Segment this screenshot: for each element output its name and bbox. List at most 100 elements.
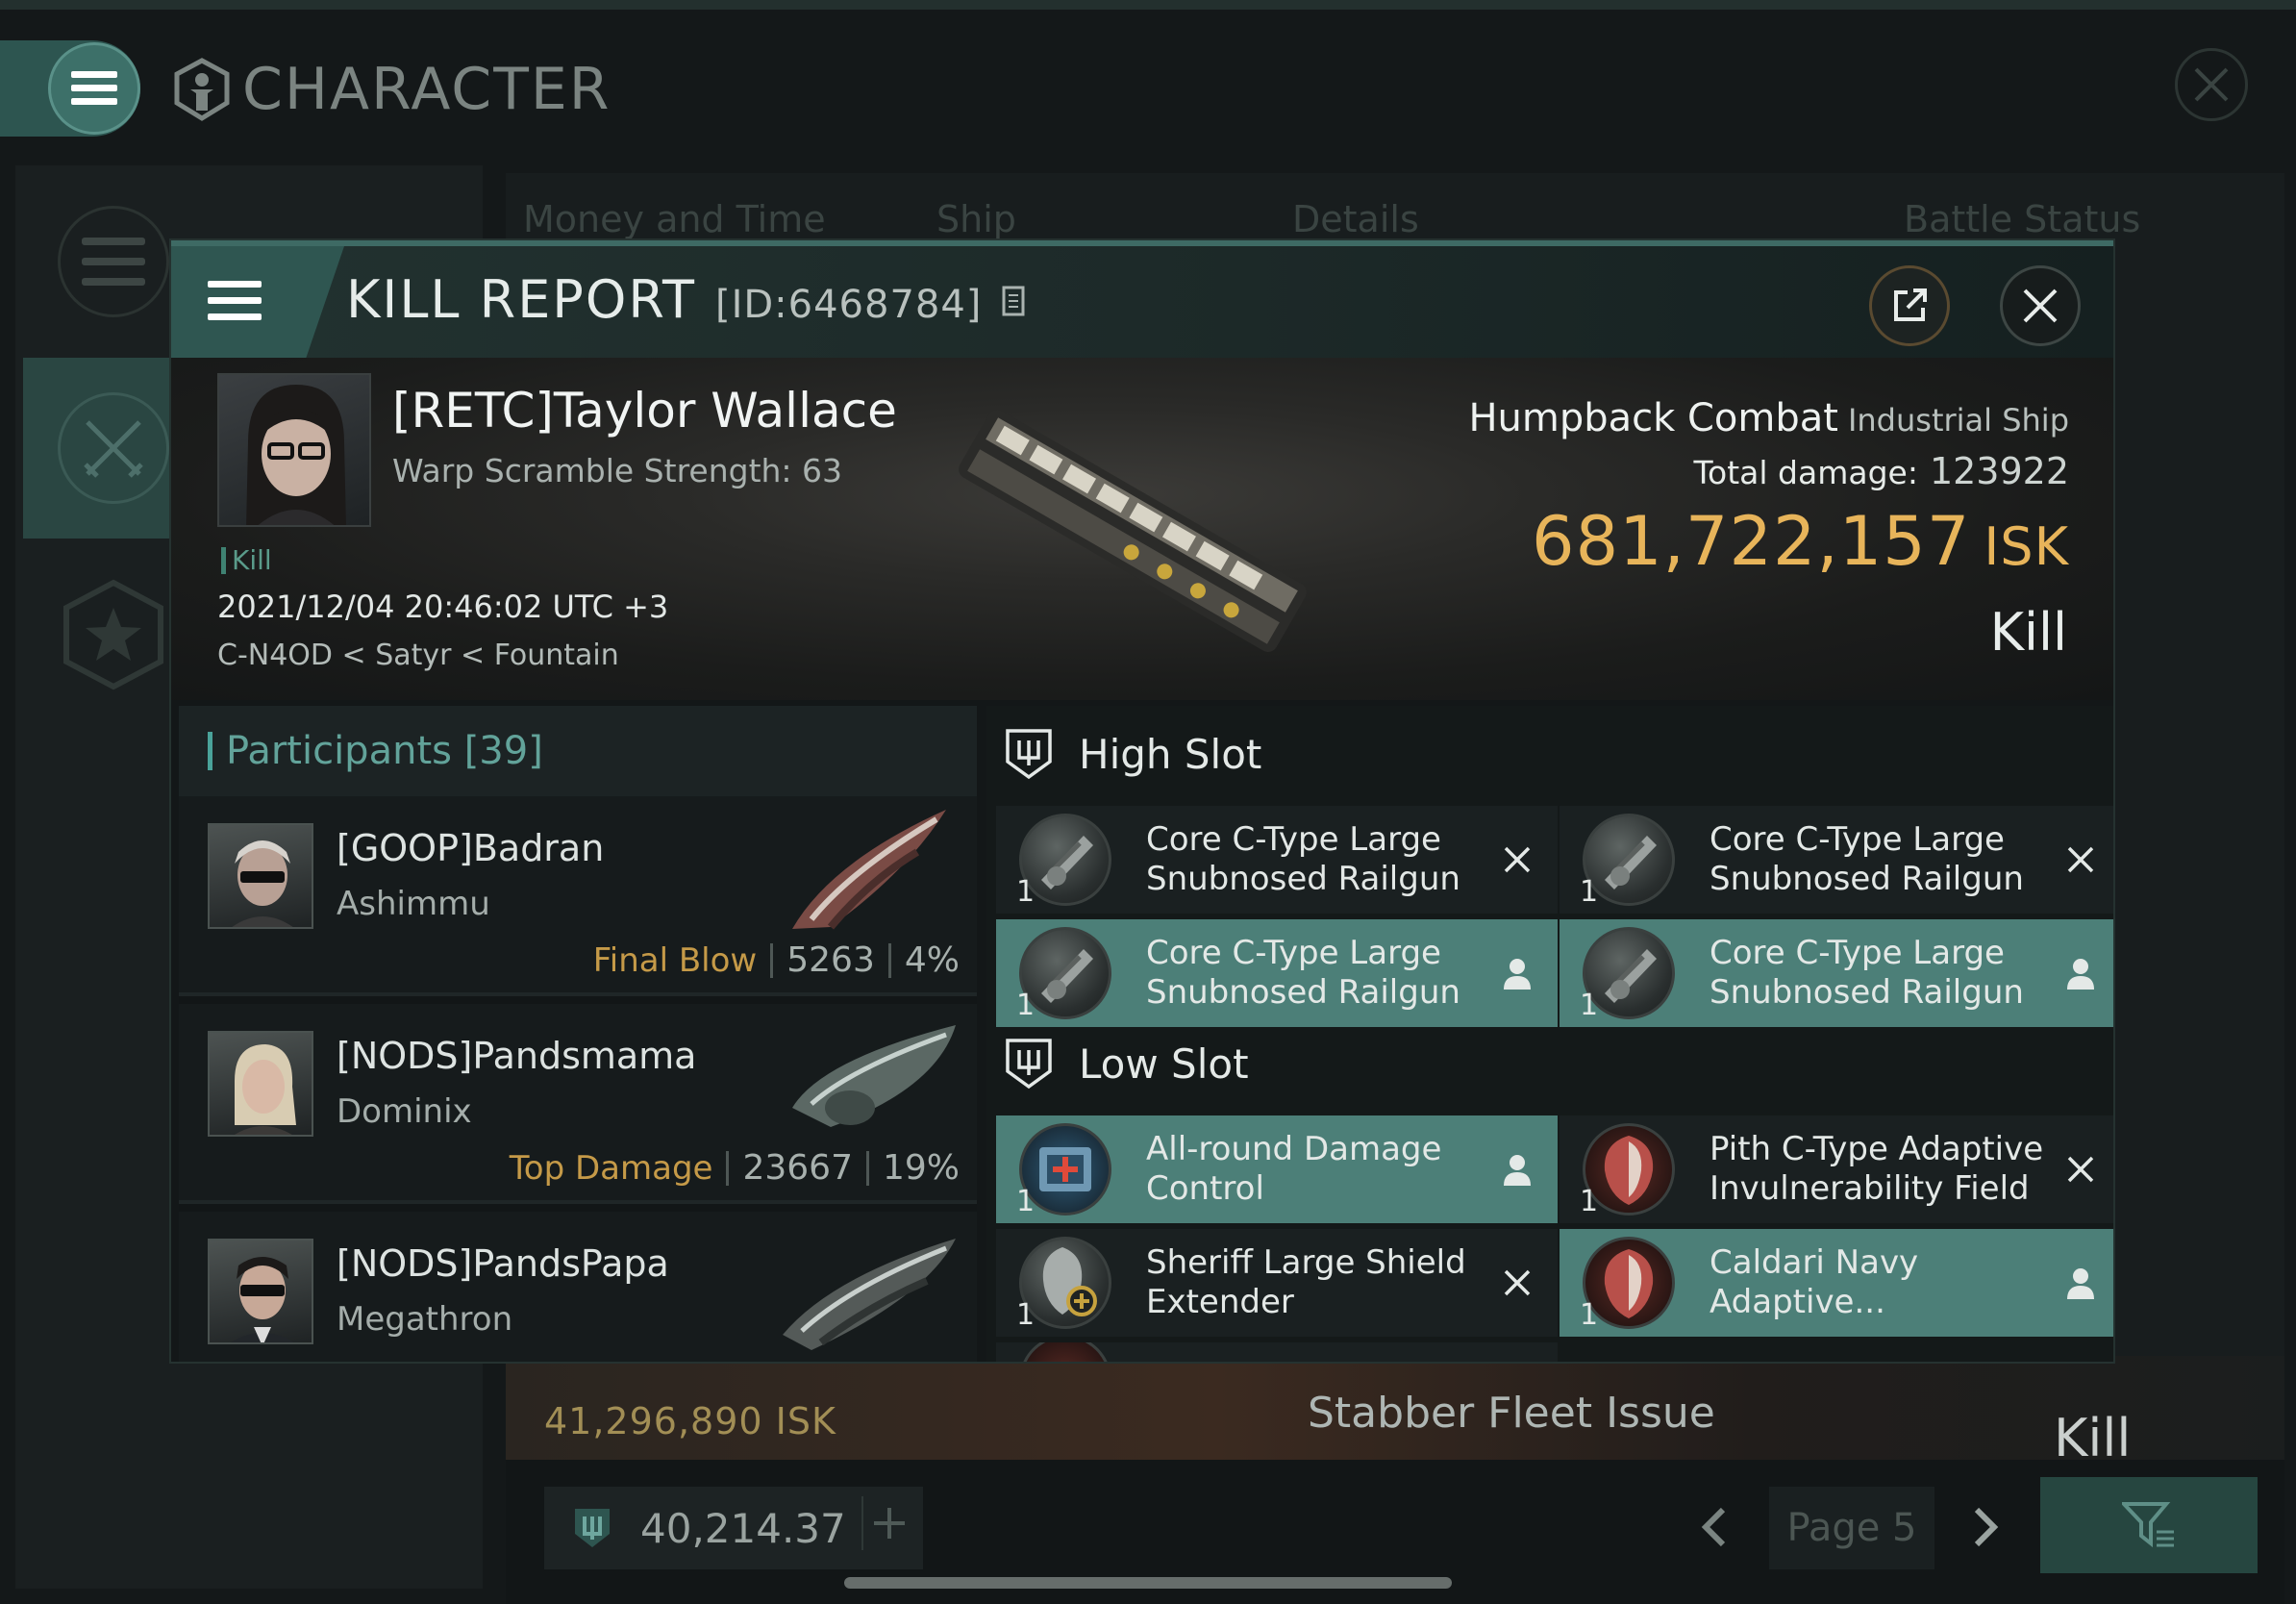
participants-panel: Participants [39] [GOOP]Badran Ashimmu F… <box>179 706 977 1362</box>
victim-ship-image[interactable] <box>931 387 1335 675</box>
add-isk-button[interactable] <box>861 1496 915 1550</box>
column-money-and-time[interactable]: Money and Time <box>523 198 826 240</box>
invulnerability-module-image <box>1604 1249 1654 1318</box>
participant-name: [NODS]PandsPapa <box>337 1242 669 1285</box>
victim-ship-name[interactable]: Humpback Combat Industrial Ship <box>1468 396 2069 440</box>
module-item[interactable]: 1 Core C-Type Large Snubnosed Railgun <box>996 919 1558 1027</box>
rail-list-button[interactable] <box>58 206 169 317</box>
destroyed-icon <box>1498 840 1536 879</box>
character-title: CHARACTER <box>171 56 611 123</box>
high-slot-header: High Slot <box>986 706 2113 802</box>
module-quantity: 1 <box>1580 1298 1599 1332</box>
participant-ship: Megathron <box>337 1300 513 1339</box>
railgun-icon: 1 <box>1016 814 1111 909</box>
share-icon <box>1894 288 1927 321</box>
kill-result: Kill <box>1989 602 2067 663</box>
victim-name[interactable]: [RETC]Taylor Wallace <box>392 383 897 439</box>
participant-damage-percent: 4% <box>904 940 960 980</box>
participant-name: [GOOP]Badran <box>337 827 605 869</box>
victim-banner: [RETC]Taylor Wallace Warp Scramble Stren… <box>171 358 2113 700</box>
top-damage-label: Top Damage <box>509 1148 713 1188</box>
module-quantity: 1 <box>1580 875 1599 909</box>
module-item[interactable]: 1 Caldari Navy Adaptive... <box>1560 1229 2113 1337</box>
close-icon <box>2194 67 2229 102</box>
isk-value: 681,722,157 ISK <box>1532 502 2069 581</box>
total-damage-label: Total damage: <box>1693 454 1918 491</box>
kill-report-id: [ID:6468784] <box>714 283 983 327</box>
megathron-ship-render <box>783 1239 956 1350</box>
shield-extender-icon: 1 <box>1016 1237 1111 1332</box>
module-name: Core C-Type Large Snubnosed Railgun <box>1710 820 2024 898</box>
module-item[interactable]: 1 Core C-Type Large Snubnosed Railgun <box>1560 919 2113 1027</box>
kill-report-close-button[interactable] <box>2000 265 2081 346</box>
railgun-module-image <box>1041 836 1093 890</box>
column-battle-status[interactable]: Battle Status <box>1904 198 2140 240</box>
participant-row[interactable]: [GOOP]Badran Ashimmu Final Blow 5263 4% <box>179 796 977 996</box>
kill-report-title: KILL REPORT [ID:6468784] <box>346 269 1026 330</box>
wallet-amount: 40,214.37 <box>640 1504 846 1552</box>
module-name: Caldari Navy Adaptive... <box>1710 1243 1919 1321</box>
home-indicator <box>844 1577 1452 1589</box>
invulnerability-field-icon <box>1019 1342 1111 1362</box>
total-damage: Total damage: 123922 <box>1693 450 2069 492</box>
module-item[interactable]: 1 Pith C-Type Adaptive Invulnerability F… <box>1560 1115 2113 1223</box>
rail-favorites-button[interactable] <box>58 579 169 690</box>
high-slot-icon <box>1006 729 1052 780</box>
kill-datetime: 2021/12/04 20:46:02 UTC +3 <box>217 589 669 625</box>
column-details[interactable]: Details <box>1292 198 1419 240</box>
participants-header[interactable]: Participants [39] <box>179 706 977 796</box>
module-item[interactable]: 1 All-round Damage Control <box>996 1115 1558 1223</box>
next-page-button[interactable] <box>1971 1506 2002 1548</box>
dominix-ship-render <box>792 1025 956 1127</box>
low-slot-header: Low Slot <box>986 1015 2113 1112</box>
railgun-icon: 1 <box>1016 927 1111 1022</box>
pilot-portrait-image <box>234 1044 296 1135</box>
dropped-person-icon <box>2061 954 2100 992</box>
victim-portrait[interactable] <box>217 373 371 527</box>
main-menu-button[interactable] <box>48 42 140 135</box>
hamburger-icon <box>71 71 117 105</box>
participant-damage: 5263 <box>786 940 875 980</box>
warp-scramble-strength: Warp Scramble Strength: 63 <box>392 452 843 489</box>
module-item[interactable]: 1 Core C-Type Large Snubnosed Railgun <box>1560 806 2113 914</box>
rail-combat-button[interactable] <box>58 392 169 504</box>
isk-unit: ISK <box>1984 516 2069 577</box>
list-icon <box>82 238 145 286</box>
kill-location[interactable]: C-N4OD < Satyr < Fountain <box>217 639 619 672</box>
participant-ship-image <box>773 1219 965 1354</box>
module-name: Sheriff Large Shield Extender <box>1146 1243 1466 1321</box>
ashimmu-ship-render <box>792 810 946 930</box>
invulnerability-module-image <box>1604 1136 1654 1205</box>
damage-control-icon: 1 <box>1016 1123 1111 1218</box>
stat-divider <box>865 1150 869 1186</box>
participant-row[interactable]: [NODS]PandsPapa Megathron <box>179 1212 977 1362</box>
participant-stats: Top Damage 23667 19% <box>510 1148 960 1188</box>
participant-row[interactable]: [NODS]Pandsmama Dominix Top Damage 23667… <box>179 1004 977 1204</box>
destroyed-icon <box>1498 1264 1536 1302</box>
hamburger-icon <box>208 281 262 320</box>
avatar <box>208 1031 313 1137</box>
participant-damage-percent: 19% <box>882 1148 960 1188</box>
prev-page-button[interactable] <box>1698 1506 1729 1548</box>
stat-divider <box>770 942 774 978</box>
module-name: Pith C-Type Adaptive Invulnerability Fie… <box>1710 1130 2044 1208</box>
destroyed-icon <box>2061 840 2100 879</box>
kill-report-title-text: KILL REPORT <box>346 269 696 330</box>
humpback-ship-render <box>959 410 1307 652</box>
character-close-button[interactable] <box>2175 48 2248 121</box>
module-item[interactable]: 1 Core C-Type Large Snubnosed Railgun <box>996 806 1558 914</box>
module-item[interactable]: 1 Sheriff Large Shield Extender <box>996 1229 1558 1337</box>
participants-marker <box>208 732 212 770</box>
copy-icon[interactable] <box>1001 285 1026 317</box>
railgun-module-image <box>1041 949 1093 1003</box>
character-icon <box>174 58 230 121</box>
character-title-text: CHARACTER <box>242 56 611 123</box>
column-ship[interactable]: Ship <box>936 198 1016 240</box>
participants-count: [39] <box>463 729 543 773</box>
victim-ship-type: Humpback Combat <box>1468 396 1838 440</box>
module-item-partial[interactable] <box>996 1342 1558 1362</box>
chevron-right-icon <box>1974 1507 1999 1547</box>
filter-button[interactable] <box>2040 1477 2258 1573</box>
participants-title: Participants [39] <box>226 729 543 773</box>
share-button[interactable] <box>1869 265 1950 346</box>
